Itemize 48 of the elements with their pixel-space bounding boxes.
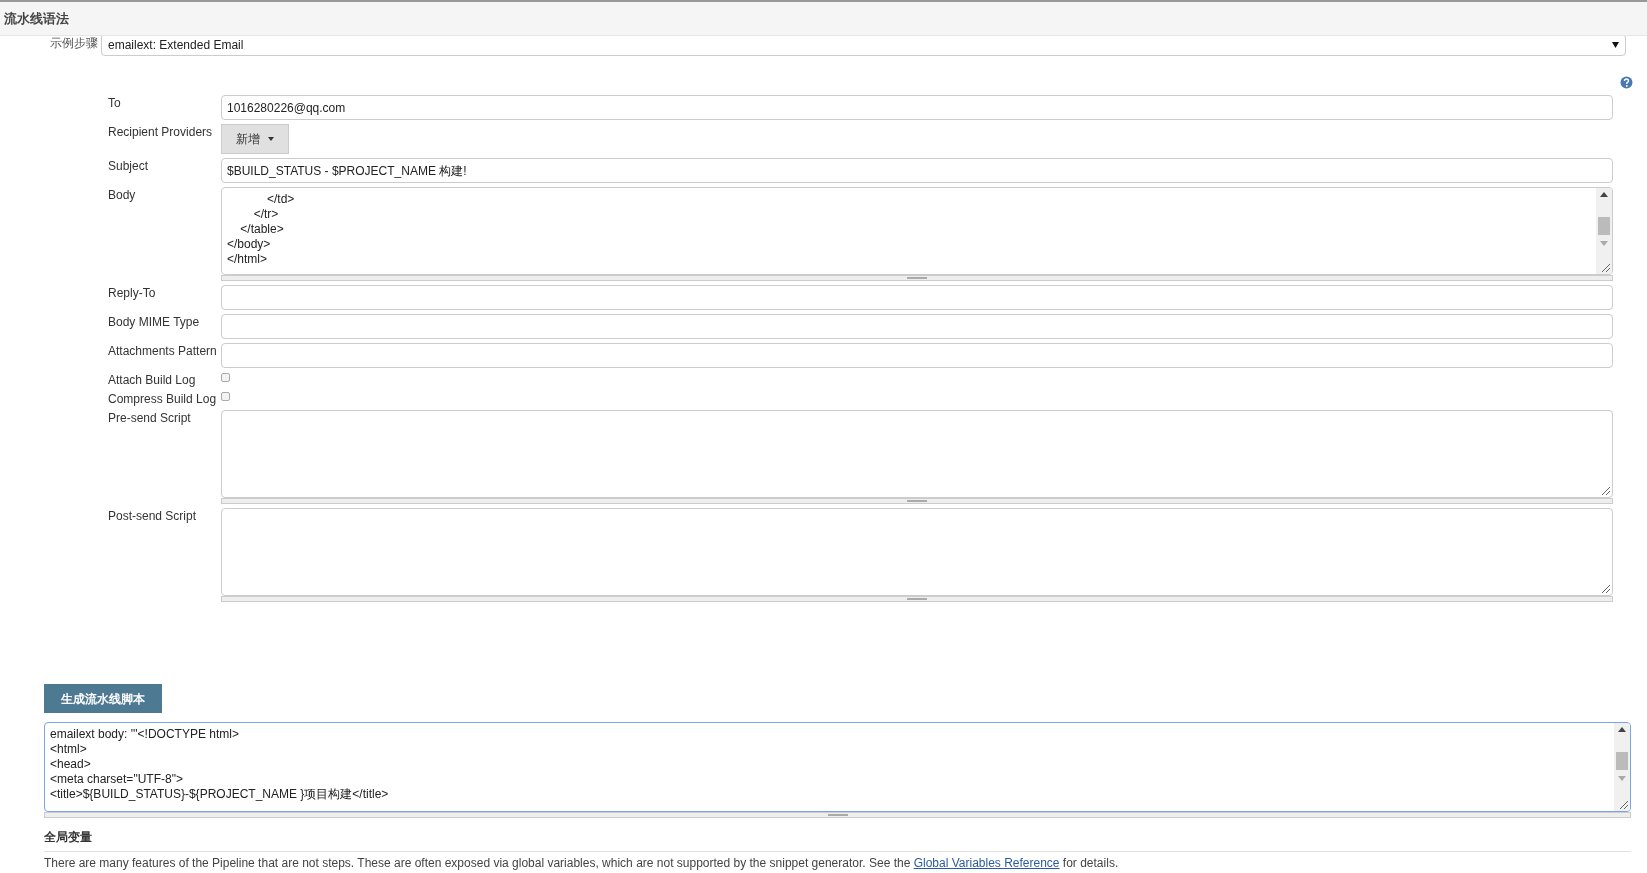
scrollbar[interactable] bbox=[1596, 188, 1612, 274]
description-text: There are many features of the Pipeline that are not steps. These are often exposed via global variables, which are not supported by the snippet generator. See the Global Variables Reference for details. bbox=[44, 855, 1120, 872]
field-label: Body bbox=[108, 187, 137, 202]
code-line: <head> bbox=[50, 757, 91, 772]
global-variables-link[interactable]: Global Variables Reference bbox=[913, 856, 1060, 870]
textarea-field[interactable] bbox=[221, 508, 1613, 596]
code-line: </body> bbox=[227, 237, 271, 252]
code-line: <meta charset="UTF-8"> bbox=[50, 772, 183, 787]
dropdown-arrow-icon bbox=[1612, 42, 1619, 48]
checkbox[interactable] bbox=[221, 392, 230, 401]
textarea-field[interactable]: emailext body: '''<!DOCTYPE html> <html> <head> <meta charset="UTF-8"> <title>${BUILD_STATUS}-${PROJECT_NAME }项目构建</title> bbox=[44, 722, 1631, 812]
field-label: Attach Build Log bbox=[108, 372, 197, 387]
field-label: 示例步骤 bbox=[50, 36, 98, 50]
field-label: Post-send Script bbox=[108, 508, 198, 523]
add-dropdown-button[interactable]: 新增 bbox=[221, 124, 289, 154]
header-title: 流水线语法 bbox=[4, 9, 69, 28]
field-label: Body MIME Type bbox=[108, 314, 201, 329]
field-label: Attachments Pattern bbox=[108, 343, 218, 358]
textarea-field[interactable]: </td> </tr> </table> </body> </html> bbox=[221, 187, 1613, 275]
text-input-field[interactable] bbox=[221, 285, 1613, 310]
field-label: Compress Build Log bbox=[108, 391, 218, 406]
scrollbar[interactable] bbox=[1614, 723, 1630, 811]
code-line: <html> bbox=[50, 742, 87, 757]
resize-handle-icon[interactable] bbox=[1618, 799, 1628, 809]
text-input-field[interactable] bbox=[221, 343, 1613, 368]
resize-handle-icon[interactable] bbox=[1600, 583, 1610, 593]
checkbox[interactable] bbox=[221, 373, 230, 382]
resize-handle-icon[interactable] bbox=[1600, 485, 1610, 495]
text-input-field[interactable]: $BUILD_STATUS - $PROJECT_NAME 构建! bbox=[221, 158, 1613, 183]
code-line: </td> bbox=[266, 192, 295, 207]
field-label: Recipient Providers bbox=[108, 124, 214, 139]
resize-handle-icon[interactable] bbox=[1600, 262, 1610, 272]
section-title: 全局变量 bbox=[44, 830, 92, 844]
code-line: emailext body: '''<!DOCTYPE html> bbox=[50, 727, 239, 742]
code-line: <title>${BUILD_STATUS}-${PROJECT_NAME }项目构建</title> bbox=[50, 787, 389, 802]
text-input-field[interactable]: 1016280226@qq.com bbox=[221, 95, 1613, 120]
text-input-field[interactable] bbox=[221, 314, 1613, 339]
code-line: </tr> bbox=[252, 207, 279, 222]
generate-script-button[interactable]: 生成流水线脚本 bbox=[44, 684, 162, 713]
field-label: To bbox=[108, 95, 122, 110]
caret-icon bbox=[268, 137, 274, 141]
textarea-field[interactable] bbox=[221, 410, 1613, 498]
code-line: </table> bbox=[239, 222, 284, 237]
field-label: Subject bbox=[108, 158, 150, 173]
field-label: Pre-send Script bbox=[108, 410, 192, 425]
code-line: </html> bbox=[227, 252, 268, 267]
help-icon[interactable] bbox=[1620, 76, 1633, 89]
field-label: Reply-To bbox=[108, 285, 157, 300]
